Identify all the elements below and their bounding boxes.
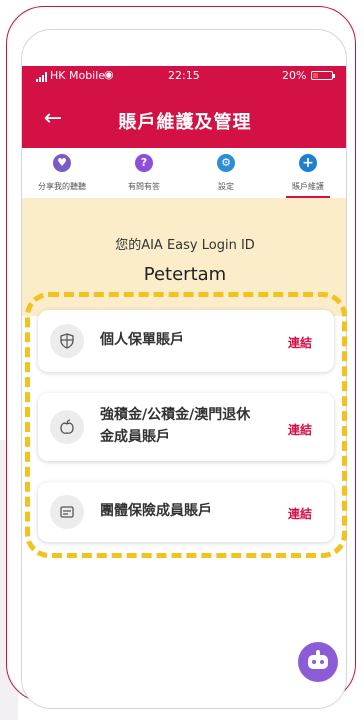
battery-icon: [311, 71, 335, 80]
robot-icon: [308, 655, 328, 669]
robot-eye: [312, 660, 316, 664]
faq-icon: ?: [135, 154, 153, 172]
gear-icon: ⚙: [217, 154, 235, 172]
login-id-label: 您的AIA Easy Login ID: [115, 238, 255, 253]
wifi-icon: ◉: [104, 68, 114, 81]
share-icon: ♥: [53, 154, 71, 172]
chatbot-button[interactable]: [298, 642, 338, 682]
tab-label: 設定: [218, 182, 234, 191]
tab-bar: ♥ 分享我的聽聽 ? 有問有答 ⚙ 設定 + 賬戶維護: [22, 148, 346, 199]
status-bar: HK Mobile ◉ 22:15 20%: [22, 66, 346, 86]
tab-share[interactable]: ♥ 分享我的聽聽: [22, 148, 102, 198]
account-card-label-line2: 金成員賬戶: [100, 429, 170, 445]
tab-account-maintenance[interactable]: + 賬戶維護: [268, 148, 346, 198]
card-icon: [50, 495, 84, 529]
page-title: 賬戶維護及管理: [118, 112, 252, 133]
tab-faq[interactable]: ? 有問有答: [104, 148, 184, 198]
robot-eye: [320, 660, 324, 664]
account-card-label: 團體保險成員賬戶: [100, 503, 212, 519]
tab-settings[interactable]: ⚙ 設定: [186, 148, 266, 198]
login-id-value: Petertam: [143, 264, 227, 285]
account-card-group-insurance[interactable]: 團體保險成員賬戶 連結: [38, 482, 334, 542]
app-header: HK Mobile ◉ 22:15 20% ← 賬戶維護及管理: [22, 66, 346, 148]
tab-label: 分享我的聽聽: [38, 182, 86, 191]
carrier-name: HK Mobile: [50, 69, 106, 82]
account-card-mpf[interactable]: 強積金/公積金/澳門退休 金成員賬戶 連結: [38, 393, 334, 461]
shield-icon: [50, 324, 84, 358]
account-card-label-line1: 強積金/公積金/澳門退休: [100, 407, 251, 423]
signal-icon: [36, 72, 48, 82]
plus-icon: +: [299, 154, 317, 172]
account-card-label: 個人保單賬戶: [100, 332, 184, 348]
link-button[interactable]: 連結: [288, 334, 312, 351]
apple-icon: [50, 410, 84, 444]
tab-label: 有問有答: [128, 182, 160, 191]
link-button[interactable]: 連結: [288, 421, 312, 438]
tab-label: 賬戶維護: [292, 182, 324, 191]
battery-percent: 20%: [282, 69, 307, 82]
link-button[interactable]: 連結: [288, 505, 312, 522]
account-card-personal-policy[interactable]: 個人保單賬戶 連結: [38, 310, 334, 372]
status-time: 22:15: [168, 69, 200, 82]
